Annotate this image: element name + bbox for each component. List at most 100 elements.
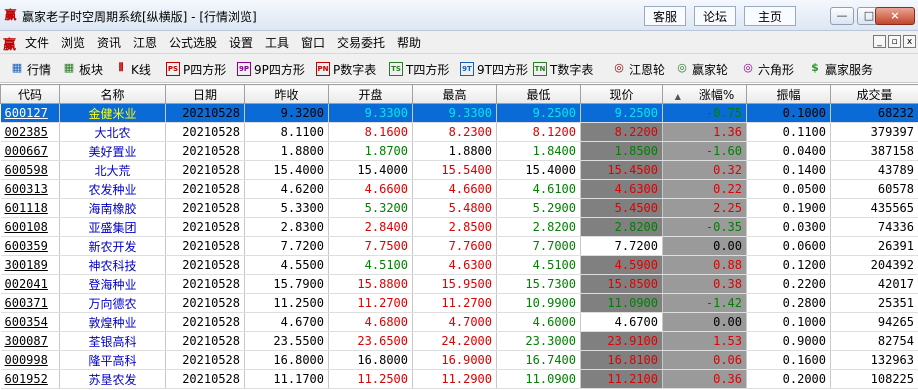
toolbar-t-number-table-button[interactable]: TN T数字表	[533, 60, 593, 78]
toolbar-p-square-button[interactable]: PS P四方形	[166, 60, 226, 78]
header-price[interactable]: 现价	[580, 84, 663, 104]
cell-high: 24.2000	[412, 331, 497, 351]
toolbar-label: 板块	[79, 62, 104, 77]
header-change-pct[interactable]: ▲ 涨幅%	[662, 84, 747, 104]
menu-gann[interactable]: 江恩	[133, 34, 157, 51]
cell-code[interactable]: 300087	[0, 331, 60, 351]
toolbar-quote-button[interactable]: ▦ 行情	[10, 60, 51, 78]
table-row[interactable]: 600127 金健米业 20210528 9.3200 9.3300 9.3300 9.25…	[0, 103, 918, 123]
cell-prev-close: 4.6200	[244, 179, 329, 199]
table-row[interactable]: 000998 隆平高科 20210528 16.8000 16.8000 16.9000 1…	[0, 350, 918, 370]
menu-formula-select[interactable]: 公式选股	[169, 34, 217, 51]
cell-amplitude: 0.1600	[746, 350, 831, 370]
toolbar-sector-button[interactable]: ▦ 板块	[62, 60, 103, 78]
table-row[interactable]: 600313 农发种业 20210528 4.6200 4.6600 4.6600 4.61…	[0, 179, 918, 199]
cell-open: 1.8700	[328, 141, 413, 161]
header-date[interactable]: 日期	[165, 84, 245, 104]
table-row[interactable]: 601952 苏垦农发 20210528 11.1700 11.2500 11.2900 1…	[0, 369, 918, 389]
table-row[interactable]: 600598 北大荒 20210528 15.4000 15.4000 15.5400 15…	[0, 160, 918, 180]
cell-code[interactable]: 002041	[0, 274, 60, 294]
header-volume[interactable]: 成交量	[830, 84, 918, 104]
header-prev-close[interactable]: 昨收	[244, 84, 329, 104]
cell-volume: 108225	[830, 369, 918, 389]
menu-help[interactable]: 帮助	[397, 34, 421, 51]
menu-settings[interactable]: 设置	[229, 34, 253, 51]
menu-logo-icon: 赢	[3, 38, 17, 53]
forum-link[interactable]: 论坛	[694, 6, 736, 26]
menu-info[interactable]: 资讯	[97, 34, 121, 51]
cell-name: 敦煌种业	[59, 312, 166, 332]
9p-square-icon: 9P	[237, 62, 251, 76]
header-name[interactable]: 名称	[59, 84, 166, 104]
cell-open: 4.5100	[328, 255, 413, 275]
toolbar-9p-square-button[interactable]: 9P 9P四方形	[237, 60, 305, 78]
cell-high: 15.9500	[412, 274, 497, 294]
header-high[interactable]: 最高	[412, 84, 497, 104]
cell-change-pct: 0.36	[662, 369, 747, 389]
cell-code[interactable]: 600313	[0, 179, 60, 199]
cell-code[interactable]: 600354	[0, 312, 60, 332]
cell-price: 15.8500	[580, 274, 663, 294]
toolbar-label: 赢家服务	[825, 62, 874, 77]
mdi-restore-button[interactable]: ▫	[888, 35, 901, 48]
cell-code[interactable]: 601118	[0, 198, 60, 218]
table-row[interactable]: 002041 登海种业 20210528 15.7900 15.8800 15.9500 1…	[0, 274, 918, 294]
winner-wheel-icon: ◎	[677, 61, 687, 74]
cell-code[interactable]: 000667	[0, 141, 60, 161]
cell-date: 20210528	[165, 179, 245, 199]
menu-trading[interactable]: 交易委托	[337, 34, 385, 51]
cell-open: 16.8000	[328, 350, 413, 370]
cell-code[interactable]: 600598	[0, 160, 60, 180]
cell-code[interactable]: 600127	[0, 103, 60, 123]
table-row[interactable]: 300189 神农科技 20210528 4.5500 4.5100 4.6300 4.51…	[0, 255, 918, 275]
cell-code[interactable]: 000998	[0, 350, 60, 370]
cell-code[interactable]: 002385	[0, 122, 60, 142]
header-code[interactable]: 代码	[0, 84, 60, 104]
homepage-link[interactable]: 主页	[744, 6, 796, 26]
close-button[interactable]: ×	[875, 7, 915, 25]
cell-low: 15.7300	[496, 274, 581, 294]
menu-file[interactable]: 文件	[25, 34, 49, 51]
minimize-button[interactable]: —	[830, 7, 854, 25]
toolbar-9t-square-button[interactable]: 9T 9T四方形	[460, 60, 528, 78]
table-row[interactable]: 300087 荃银高科 20210528 23.5500 23.6500 24.2000 2…	[0, 331, 918, 351]
toolbar-gann-wheel-button[interactable]: ◎ 江恩轮	[612, 60, 665, 78]
cell-prev-close: 8.1100	[244, 122, 329, 142]
table-row[interactable]: 600354 敦煌种业 20210528 4.6700 4.6800 4.7000 4.60…	[0, 312, 918, 332]
cell-price: 4.5900	[580, 255, 663, 275]
cell-prev-close: 23.5500	[244, 331, 329, 351]
toolbar-p-number-table-button[interactable]: PN P数字表	[316, 60, 376, 78]
table-row[interactable]: 601118 海南橡胶 20210528 5.3300 5.3200 5.4800 5.29…	[0, 198, 918, 218]
cell-prev-close: 15.4000	[244, 160, 329, 180]
cell-amplitude: 0.2800	[746, 293, 831, 313]
menu-window[interactable]: 窗口	[301, 34, 325, 51]
cell-prev-close: 15.7900	[244, 274, 329, 294]
cell-code[interactable]: 601952	[0, 369, 60, 389]
customer-service-link[interactable]: 客服	[644, 6, 686, 26]
cell-low: 11.0900	[496, 369, 581, 389]
table-row[interactable]: 600371 万向德农 20210528 11.2500 11.2700 11.2700 1…	[0, 293, 918, 313]
mdi-minimize-button[interactable]: _	[873, 35, 886, 48]
toolbar-kline-button[interactable]: ⫴ K线	[114, 60, 151, 78]
toolbar-hexagon-button[interactable]: ◎ 六角形	[741, 60, 794, 78]
toolbar-t-square-button[interactable]: TS T四方形	[389, 60, 449, 78]
cell-change-pct: 0.00	[662, 312, 747, 332]
cell-code[interactable]: 600359	[0, 236, 60, 256]
header-open[interactable]: 开盘	[328, 84, 413, 104]
header-amplitude[interactable]: 振幅	[746, 84, 831, 104]
table-row[interactable]: 600359 新农开发 20210528 7.7200 7.7500 7.7600 7.70…	[0, 236, 918, 256]
table-row[interactable]: 002385 大北农 20210528 8.1100 8.1600 8.2300 8.120…	[0, 122, 918, 142]
table-row[interactable]: 000667 美好置业 20210528 1.8800 1.8700 1.8800 1.84…	[0, 141, 918, 161]
toolbar-winner-wheel-button[interactable]: ◎ 赢家轮	[675, 60, 728, 78]
cell-code[interactable]: 600108	[0, 217, 60, 237]
mdi-close-button[interactable]: x	[903, 35, 916, 48]
menu-browse[interactable]: 浏览	[61, 34, 85, 51]
cell-code[interactable]: 300189	[0, 255, 60, 275]
toolbar-label: 9T四方形	[477, 62, 528, 77]
title-bar: 赢 赢家老子时空周期系统[纵横版] - [行情浏览] 客服 论坛 主页 — □ …	[0, 0, 918, 31]
menu-tools[interactable]: 工具	[265, 34, 289, 51]
header-low[interactable]: 最低	[496, 84, 581, 104]
toolbar-winner-service-button[interactable]: $ 赢家服务	[808, 60, 873, 78]
cell-code[interactable]: 600371	[0, 293, 60, 313]
table-row[interactable]: 600108 亚盛集团 20210528 2.8300 2.8400 2.8500 2.82…	[0, 217, 918, 237]
